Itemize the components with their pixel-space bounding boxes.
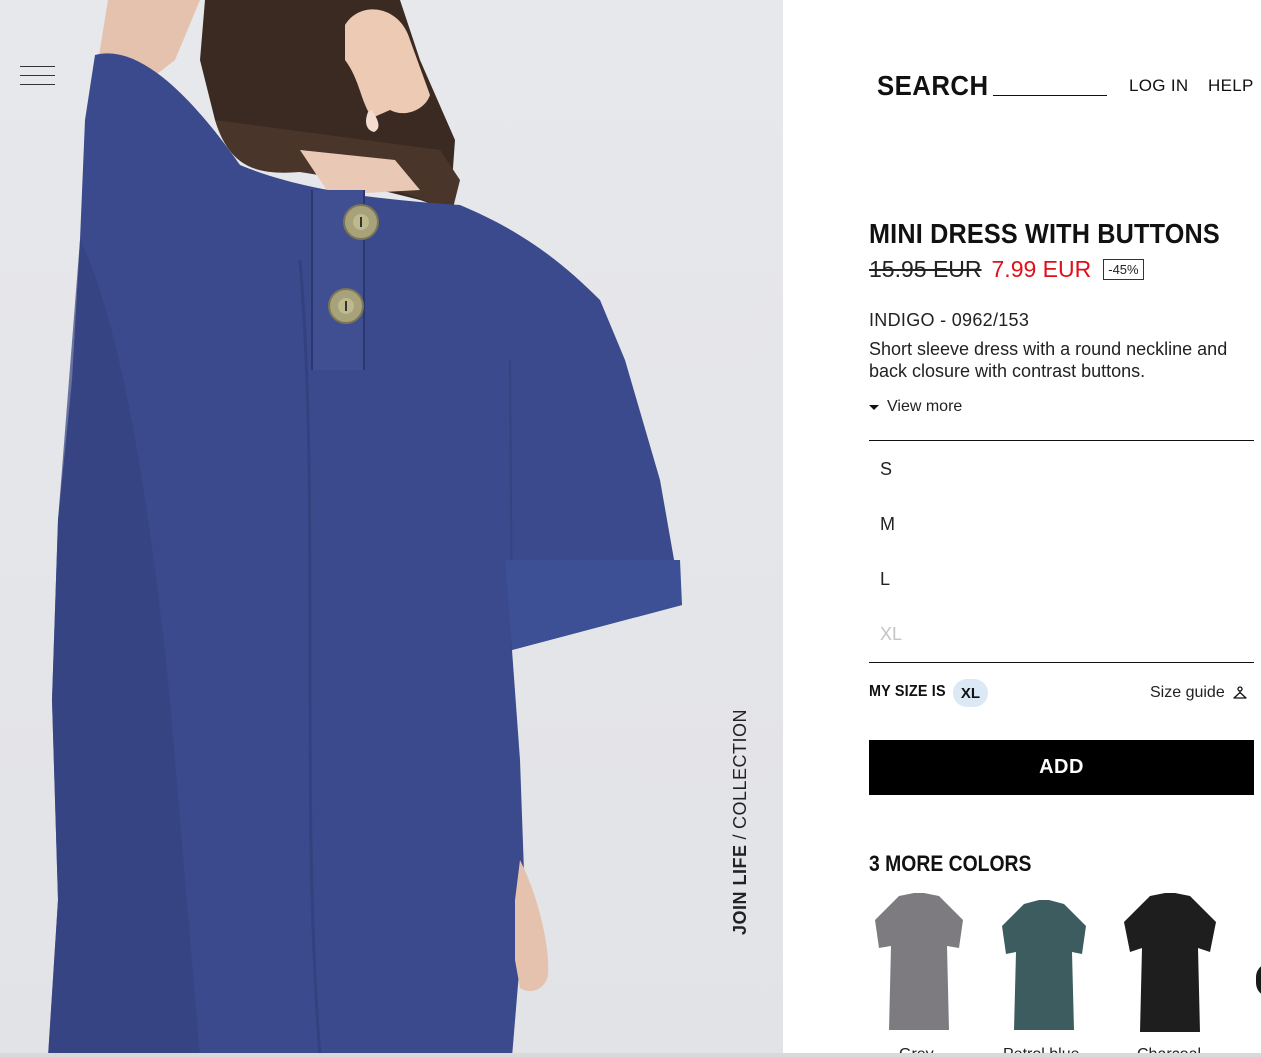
help-link[interactable]: HELP [1208,76,1254,96]
more-colors-title: 3 MORE COLORS [869,851,1032,876]
price-row: 15.95 EUR 7.99 EUR -45% [869,256,1144,283]
color-reference: INDIGO - 0962/153 [869,310,1030,330]
product-main-image: JOIN LIFE / COLLECTION [0,0,783,1057]
view-more-button[interactable]: View more [869,398,962,416]
add-to-cart-button[interactable]: ADD [869,740,1254,795]
product-title: MINI DRESS WITH BUTTONS [869,218,1220,249]
color-swatch-petrol[interactable] [994,890,1094,1038]
search-label[interactable]: SEARCH [877,70,989,102]
join-life-label: JOIN LIFE [730,844,750,935]
size-option-l[interactable]: L [880,569,890,590]
chat-bubble-icon[interactable] [1256,963,1261,997]
page-bottom-divider [0,1053,1261,1057]
model-dress-illustration [48,0,682,1057]
size-guide-label: Size guide [1150,684,1225,701]
color-swatch-grey[interactable] [869,890,969,1038]
sale-price: 7.99 EUR [991,256,1092,282]
size-option-xl[interactable]: XL [880,624,902,645]
search-input[interactable] [993,74,1107,96]
caret-down-icon [869,404,879,410]
discount-badge: -45% [1103,259,1144,280]
collection-label: COLLECTION [730,708,750,829]
hanger-icon [1233,686,1247,699]
color-swatch-charcoal[interactable] [1120,890,1220,1038]
product-description: Short sleeve dress with a round neckline… [869,339,1228,381]
join-life-collection-label[interactable]: JOIN LIFE / COLLECTION [730,709,751,935]
size-option-s[interactable]: S [880,459,892,480]
login-link[interactable]: LOG IN [1129,76,1188,96]
old-price: 15.95 EUR [869,256,982,282]
label-separator: / [730,833,750,840]
size-option-m[interactable]: M [880,514,895,535]
size-guide-link[interactable]: Size guide [1150,684,1247,702]
hamburger-menu-icon[interactable] [20,66,56,90]
my-size-badge[interactable]: XL [953,679,988,707]
size-selector: S M L XL [869,440,1254,663]
my-size-label: MY SIZE IS [869,683,946,700]
view-more-label: View more [887,398,963,415]
